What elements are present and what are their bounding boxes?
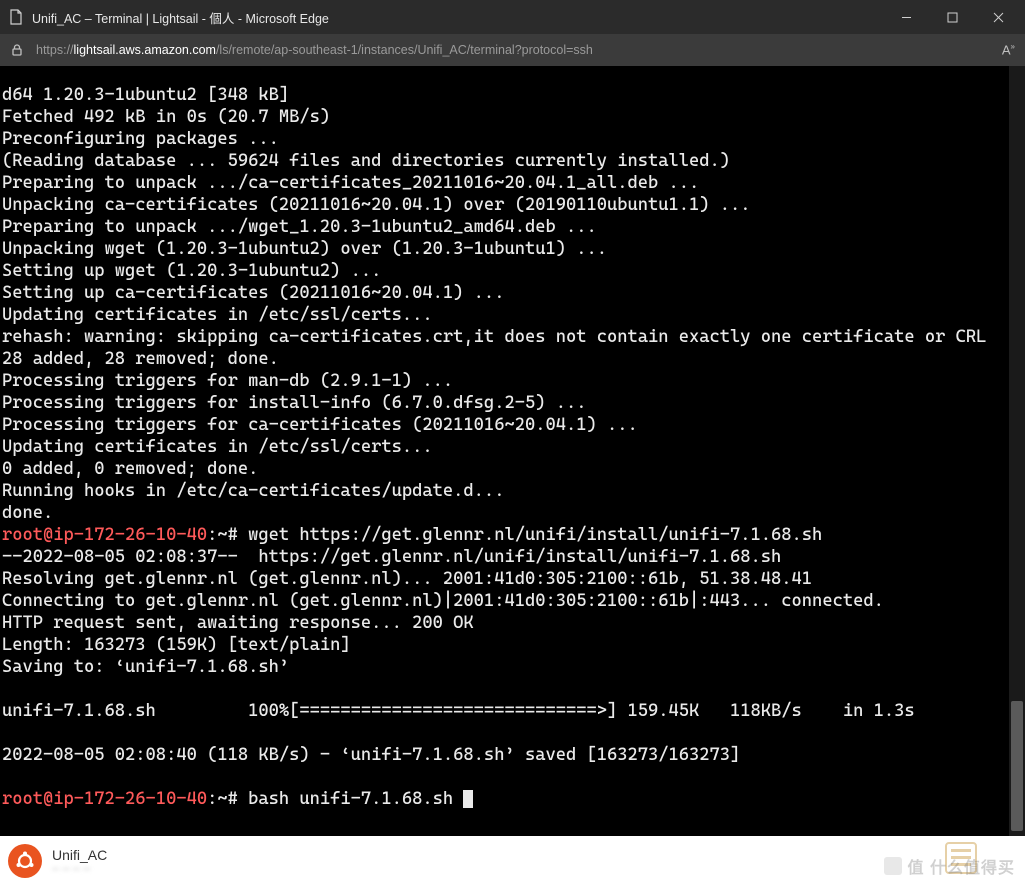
- reader-mode-icon[interactable]: A»: [1002, 42, 1015, 57]
- url-path: /ls/remote/ap-southeast-1/instances/Unif…: [216, 43, 593, 57]
- window-titlebar: Unifi_AC – Terminal | Lightsail - 個人 - M…: [0, 0, 1025, 34]
- term-block-2: --2022-08-05 02:08:37-- https://get.glen…: [2, 547, 915, 765]
- prompt-cmd-1: :~# wget https://get.glennr.nl/unifi/ins…: [207, 525, 822, 545]
- terminal-output[interactable]: d64 1.20.3-1ubuntu2 [348 kB] Fetched 492…: [0, 84, 1025, 810]
- maximize-button[interactable]: [929, 0, 975, 34]
- watermark-text: 值 什么值得买: [908, 854, 1015, 878]
- terminal-cursor: [463, 790, 473, 808]
- ubuntu-icon[interactable]: [8, 844, 42, 878]
- url-text: https://lightsail.aws.amazon.com/ls/remo…: [36, 43, 992, 57]
- address-bar[interactable]: https://lightsail.aws.amazon.com/ls/remo…: [0, 34, 1025, 66]
- lock-icon: [10, 43, 24, 57]
- page-icon: [8, 9, 24, 25]
- window-title: Unifi_AC – Terminal | Lightsail - 個人 - M…: [32, 8, 883, 27]
- window-controls: [883, 0, 1021, 34]
- prompt-user-1: root@ip-172-26-10-40: [2, 525, 207, 545]
- close-button[interactable]: [975, 0, 1021, 34]
- term-block-1: d64 1.20.3-1ubuntu2 [348 kB] Fetched 492…: [2, 85, 986, 523]
- instance-name: Unifi_AC: [52, 847, 107, 863]
- scrollbar[interactable]: [1009, 66, 1025, 836]
- url-scheme: https://: [36, 43, 74, 57]
- prompt-user-2: root@ip-172-26-10-40: [2, 789, 207, 809]
- watermark: 值 什么值得买: [884, 854, 1015, 878]
- minimize-button[interactable]: [883, 0, 929, 34]
- scrollbar-thumb[interactable]: [1011, 701, 1023, 831]
- prompt-cmd-2: :~# bash unifi-7.1.68.sh: [207, 789, 463, 809]
- footer-bar: Unifi_AC -- -- -- -- 值 什么值得买: [0, 836, 1025, 886]
- watermark-icon: [884, 857, 902, 875]
- terminal-viewport[interactable]: d64 1.20.3-1ubuntu2 [348 kB] Fetched 492…: [0, 66, 1025, 836]
- instance-info: Unifi_AC -- -- -- --: [52, 847, 107, 875]
- instance-subtitle: -- -- -- --: [52, 863, 107, 875]
- url-host: lightsail.aws.amazon.com: [74, 43, 216, 57]
